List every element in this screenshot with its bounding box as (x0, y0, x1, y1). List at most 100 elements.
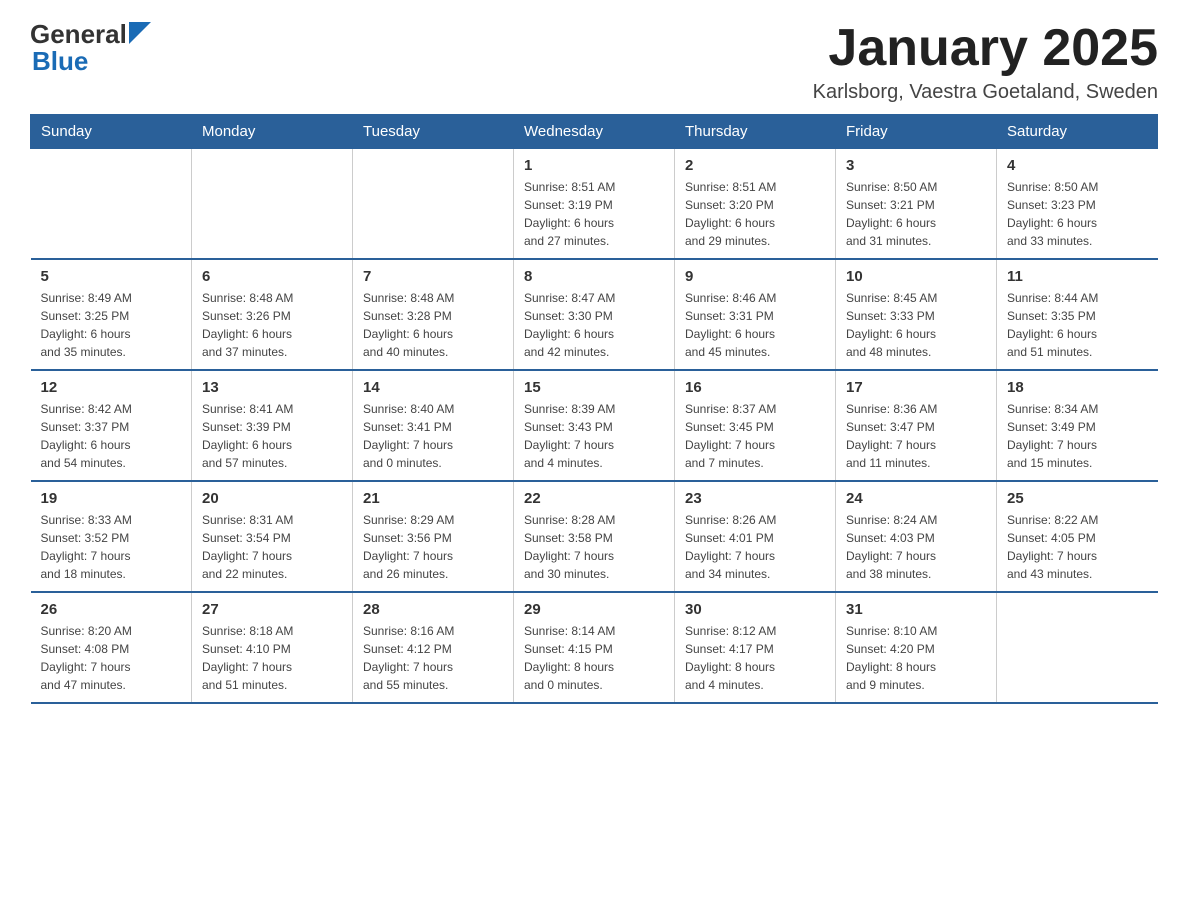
calendar-cell: 29 Sunrise: 8:14 AMSunset: 4:15 PMDayligh… (514, 592, 675, 703)
day-number: 29 (524, 601, 664, 618)
day-number: 26 (41, 601, 182, 618)
day-info: Sunrise: 8:29 AMSunset: 3:56 PMDaylight:… (363, 511, 503, 583)
day-number: 23 (685, 490, 825, 507)
day-info: Sunrise: 8:51 AMSunset: 3:19 PMDaylight:… (524, 178, 664, 250)
day-number: 12 (41, 379, 182, 396)
logo-general-text: General (30, 21, 127, 47)
day-info: Sunrise: 8:12 AMSunset: 4:17 PMDaylight:… (685, 622, 825, 694)
day-number: 5 (41, 268, 182, 285)
day-number: 9 (685, 268, 825, 285)
day-info: Sunrise: 8:24 AMSunset: 4:03 PMDaylight:… (846, 511, 986, 583)
day-info: Sunrise: 8:51 AMSunset: 3:20 PMDaylight:… (685, 178, 825, 250)
month-title: January 2025 (813, 20, 1158, 77)
day-info: Sunrise: 8:22 AMSunset: 4:05 PMDaylight:… (1007, 511, 1148, 583)
day-info: Sunrise: 8:40 AMSunset: 3:41 PMDaylight:… (363, 400, 503, 472)
day-number: 25 (1007, 490, 1148, 507)
header-day-thursday: Thursday (675, 115, 836, 149)
location-text: Karlsborg, Vaestra Goetaland, Sweden (813, 81, 1158, 104)
calendar-cell: 9 Sunrise: 8:46 AMSunset: 3:31 PMDaylight… (675, 259, 836, 370)
day-info: Sunrise: 8:42 AMSunset: 3:37 PMDaylight:… (41, 400, 182, 472)
day-number: 4 (1007, 157, 1148, 174)
day-info: Sunrise: 8:46 AMSunset: 3:31 PMDaylight:… (685, 289, 825, 361)
calendar-cell: 15 Sunrise: 8:39 AMSunset: 3:43 PMDayligh… (514, 370, 675, 481)
day-number: 8 (524, 268, 664, 285)
title-block: January 2025 Karlsborg, Vaestra Goetalan… (813, 20, 1158, 104)
day-info: Sunrise: 8:26 AMSunset: 4:01 PMDaylight:… (685, 511, 825, 583)
calendar-cell: 16 Sunrise: 8:37 AMSunset: 3:45 PMDayligh… (675, 370, 836, 481)
day-info: Sunrise: 8:44 AMSunset: 3:35 PMDaylight:… (1007, 289, 1148, 361)
day-number: 17 (846, 379, 986, 396)
calendar-cell (353, 149, 514, 260)
day-info: Sunrise: 8:10 AMSunset: 4:20 PMDaylight:… (846, 622, 986, 694)
day-info: Sunrise: 8:31 AMSunset: 3:54 PMDaylight:… (202, 511, 342, 583)
day-info: Sunrise: 8:50 AMSunset: 3:21 PMDaylight:… (846, 178, 986, 250)
day-number: 24 (846, 490, 986, 507)
calendar-cell: 31 Sunrise: 8:10 AMSunset: 4:20 PMDayligh… (836, 592, 997, 703)
calendar-cell: 30 Sunrise: 8:12 AMSunset: 4:17 PMDayligh… (675, 592, 836, 703)
day-info: Sunrise: 8:47 AMSunset: 3:30 PMDaylight:… (524, 289, 664, 361)
calendar-cell: 7Sunrise: 8:48 AMSunset: 3:28 PMDaylight… (353, 259, 514, 370)
day-number: 16 (685, 379, 825, 396)
calendar-body: 1 Sunrise: 8:51 AMSunset: 3:19 PMDaylight… (31, 149, 1158, 704)
calendar-cell: 14Sunrise: 8:40 AMSunset: 3:41 PMDayligh… (353, 370, 514, 481)
day-info: Sunrise: 8:45 AMSunset: 3:33 PMDaylight:… (846, 289, 986, 361)
calendar-cell: 19Sunrise: 8:33 AMSunset: 3:52 PMDayligh… (31, 481, 192, 592)
calendar-cell: 28 Sunrise: 8:16 AMSunset: 4:12 PMDayligh… (353, 592, 514, 703)
calendar-cell: 1 Sunrise: 8:51 AMSunset: 3:19 PMDaylight… (514, 149, 675, 260)
calendar-cell: 6Sunrise: 8:48 AMSunset: 3:26 PMDaylight… (192, 259, 353, 370)
day-number: 2 (685, 157, 825, 174)
day-info: Sunrise: 8:14 AMSunset: 4:15 PMDaylight:… (524, 622, 664, 694)
day-number: 28 (363, 601, 503, 618)
calendar-cell: 23 Sunrise: 8:26 AMSunset: 4:01 PMDayligh… (675, 481, 836, 592)
calendar-cell: 10 Sunrise: 8:45 AMSunset: 3:33 PMDayligh… (836, 259, 997, 370)
header-day-saturday: Saturday (997, 115, 1158, 149)
day-info: Sunrise: 8:20 AMSunset: 4:08 PMDaylight:… (41, 622, 182, 694)
calendar-cell: 13Sunrise: 8:41 AMSunset: 3:39 PMDayligh… (192, 370, 353, 481)
day-number: 31 (846, 601, 986, 618)
week-row-3: 12 Sunrise: 8:42 AMSunset: 3:37 PMDayligh… (31, 370, 1158, 481)
day-info: Sunrise: 8:16 AMSunset: 4:12 PMDaylight:… (363, 622, 503, 694)
day-number: 10 (846, 268, 986, 285)
calendar-cell: 2 Sunrise: 8:51 AMSunset: 3:20 PMDaylight… (675, 149, 836, 260)
day-number: 20 (202, 490, 342, 507)
day-number: 3 (846, 157, 986, 174)
day-number: 30 (685, 601, 825, 618)
day-number: 21 (363, 490, 503, 507)
day-number: 15 (524, 379, 664, 396)
calendar-table: SundayMondayTuesdayWednesdayThursdayFrid… (30, 114, 1158, 704)
day-number: 27 (202, 601, 342, 618)
calendar-cell: 5 Sunrise: 8:49 AMSunset: 3:25 PMDaylight… (31, 259, 192, 370)
day-info: Sunrise: 8:49 AMSunset: 3:25 PMDaylight:… (41, 289, 182, 361)
day-number: 7 (363, 268, 503, 285)
calendar-cell (997, 592, 1158, 703)
calendar-cell: 25 Sunrise: 8:22 AMSunset: 4:05 PMDayligh… (997, 481, 1158, 592)
calendar-cell: 4 Sunrise: 8:50 AMSunset: 3:23 PMDaylight… (997, 149, 1158, 260)
header-row: SundayMondayTuesdayWednesdayThursdayFrid… (31, 115, 1158, 149)
week-row-1: 1 Sunrise: 8:51 AMSunset: 3:19 PMDaylight… (31, 149, 1158, 260)
calendar-cell: 20 Sunrise: 8:31 AMSunset: 3:54 PMDayligh… (192, 481, 353, 592)
day-info: Sunrise: 8:50 AMSunset: 3:23 PMDaylight:… (1007, 178, 1148, 250)
week-row-5: 26 Sunrise: 8:20 AMSunset: 4:08 PMDayligh… (31, 592, 1158, 703)
day-number: 13 (202, 379, 342, 396)
week-row-2: 5 Sunrise: 8:49 AMSunset: 3:25 PMDaylight… (31, 259, 1158, 370)
day-number: 1 (524, 157, 664, 174)
calendar-cell: 24 Sunrise: 8:24 AMSunset: 4:03 PMDayligh… (836, 481, 997, 592)
calendar-cell: 21 Sunrise: 8:29 AMSunset: 3:56 PMDayligh… (353, 481, 514, 592)
day-info: Sunrise: 8:39 AMSunset: 3:43 PMDaylight:… (524, 400, 664, 472)
page-header: General Blue January 2025 Karlsborg, Vae… (30, 20, 1158, 104)
day-info: Sunrise: 8:36 AMSunset: 3:47 PMDaylight:… (846, 400, 986, 472)
header-day-wednesday: Wednesday (514, 115, 675, 149)
calendar-cell: 22 Sunrise: 8:28 AMSunset: 3:58 PMDayligh… (514, 481, 675, 592)
calendar-cell: 3 Sunrise: 8:50 AMSunset: 3:21 PMDaylight… (836, 149, 997, 260)
day-number: 18 (1007, 379, 1148, 396)
calendar-cell: 11Sunrise: 8:44 AMSunset: 3:35 PMDayligh… (997, 259, 1158, 370)
day-info: Sunrise: 8:28 AMSunset: 3:58 PMDaylight:… (524, 511, 664, 583)
day-info: Sunrise: 8:34 AMSunset: 3:49 PMDaylight:… (1007, 400, 1148, 472)
day-number: 22 (524, 490, 664, 507)
day-number: 6 (202, 268, 342, 285)
day-info: Sunrise: 8:37 AMSunset: 3:45 PMDaylight:… (685, 400, 825, 472)
day-number: 19 (41, 490, 182, 507)
calendar-cell: 12 Sunrise: 8:42 AMSunset: 3:37 PMDayligh… (31, 370, 192, 481)
header-day-tuesday: Tuesday (353, 115, 514, 149)
header-day-monday: Monday (192, 115, 353, 149)
